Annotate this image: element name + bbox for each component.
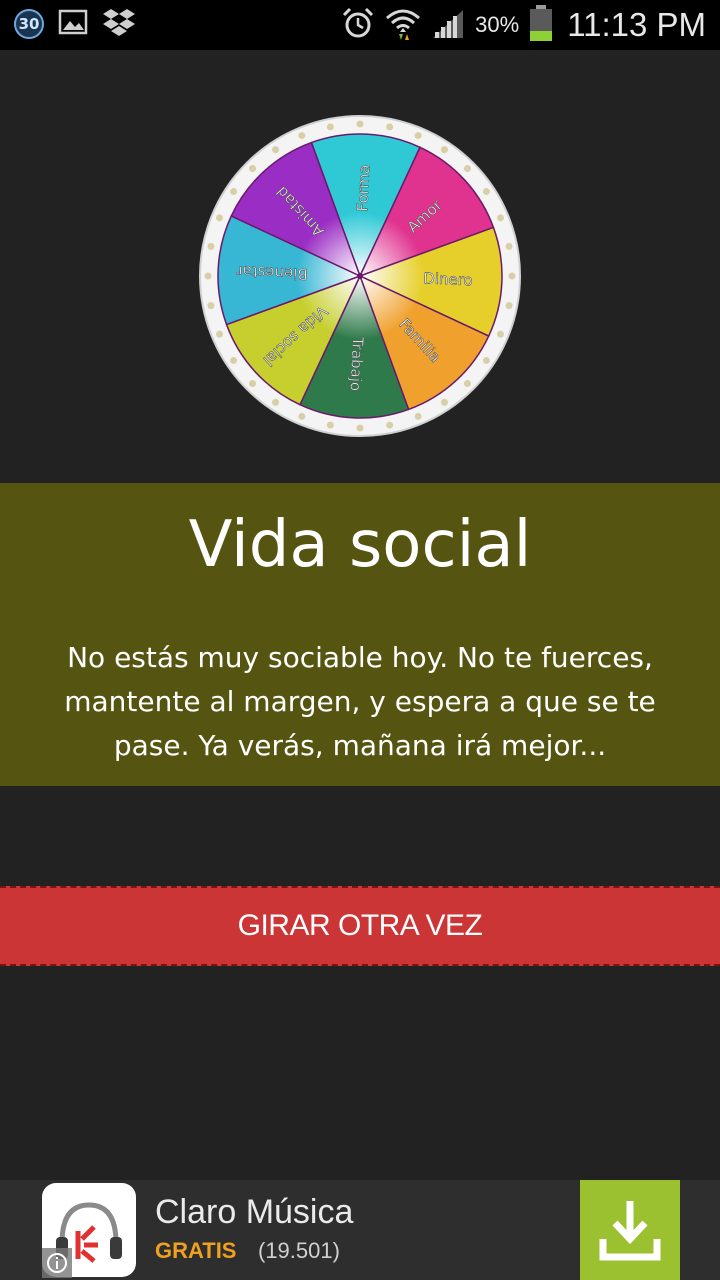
wheel-rim-dot (272, 146, 280, 154)
signal-icon (431, 8, 465, 42)
wheel-graphic: FormaAmorDineroFamiliaTrabajoVida social… (199, 115, 521, 437)
wheel-rim-dot (505, 242, 513, 250)
spin-again-button[interactable]: GIRAR OTRA VEZ (0, 886, 720, 966)
wheel-rim-dot (414, 412, 422, 420)
status-bar: 30 30% 11:13 PM (0, 0, 720, 50)
ad-price: GRATIS (155, 1238, 237, 1263)
wheel-rim-dot (326, 123, 334, 131)
ad-app-name[interactable]: Claro Música (155, 1193, 353, 1232)
wheel-rim-dot (249, 379, 257, 387)
gallery-icon (58, 9, 88, 39)
wheel-rim-dot (440, 146, 448, 154)
result-title: Vida social (188, 508, 532, 582)
clock: 11:13 PM (567, 6, 706, 43)
wheel-rim-dot (356, 424, 364, 432)
alarm-icon (341, 6, 375, 44)
dropbox-icon (102, 7, 136, 41)
wheel-rim-dot (463, 379, 471, 387)
wheel-rim-dot (505, 302, 513, 310)
wheel-rim-dot (204, 272, 212, 280)
wheel-rim-dot (298, 412, 306, 420)
wheel-rim-dot (356, 120, 364, 128)
wheel-rim-dot (207, 242, 215, 250)
wheel-segment-label: Dinero (423, 269, 473, 289)
wheel-segment-label: Trabajo (346, 335, 366, 391)
wheel-segment-label: Bienestar (235, 262, 308, 283)
wifi-icon (385, 6, 421, 44)
wheel-rim-dot (496, 330, 504, 338)
wheel-rim-dot (386, 123, 394, 131)
wheel-center (357, 273, 363, 279)
wheel-rim-dot (216, 330, 224, 338)
notification-badge: 30 (14, 9, 44, 39)
fortune-wheel[interactable]: Forma Amor Dinero Familia Trabajo Vida social… (190, 106, 530, 446)
wheel-rim-dot (272, 398, 280, 406)
battery-icon (529, 5, 553, 45)
wheel-rim-dot (326, 421, 334, 429)
ad-info-icon[interactable] (42, 1248, 72, 1278)
wheel-rim-dot (207, 302, 215, 310)
result-description: No estás muy sociable hoy. No te fuerces… (64, 641, 656, 762)
wheel-rim-dot (298, 132, 306, 140)
spin-again-label: GIRAR OTRA VEZ (237, 909, 483, 942)
download-icon (599, 1201, 661, 1261)
wheel-rim-dot (463, 165, 471, 173)
ad-download-button[interactable] (580, 1180, 680, 1280)
wheel-rim-dot (386, 421, 394, 429)
battery-percent: 30% (475, 12, 520, 37)
wheel-rim-dot (496, 214, 504, 222)
wheel-segment-label: Forma (353, 164, 373, 212)
wheel-rim-dot (482, 188, 490, 196)
wheel-rim-dot (216, 214, 224, 222)
wheel-rim-dot (414, 132, 422, 140)
ad-review-count: (19.501) (258, 1238, 340, 1263)
wheel-rim-dot (230, 356, 238, 364)
wheel-rim-dot (482, 356, 490, 364)
wheel-rim-dot (440, 398, 448, 406)
wheel-rim-dot (249, 165, 257, 173)
wheel-rim-dot (230, 188, 238, 196)
wheel-rim-dot (508, 272, 516, 280)
